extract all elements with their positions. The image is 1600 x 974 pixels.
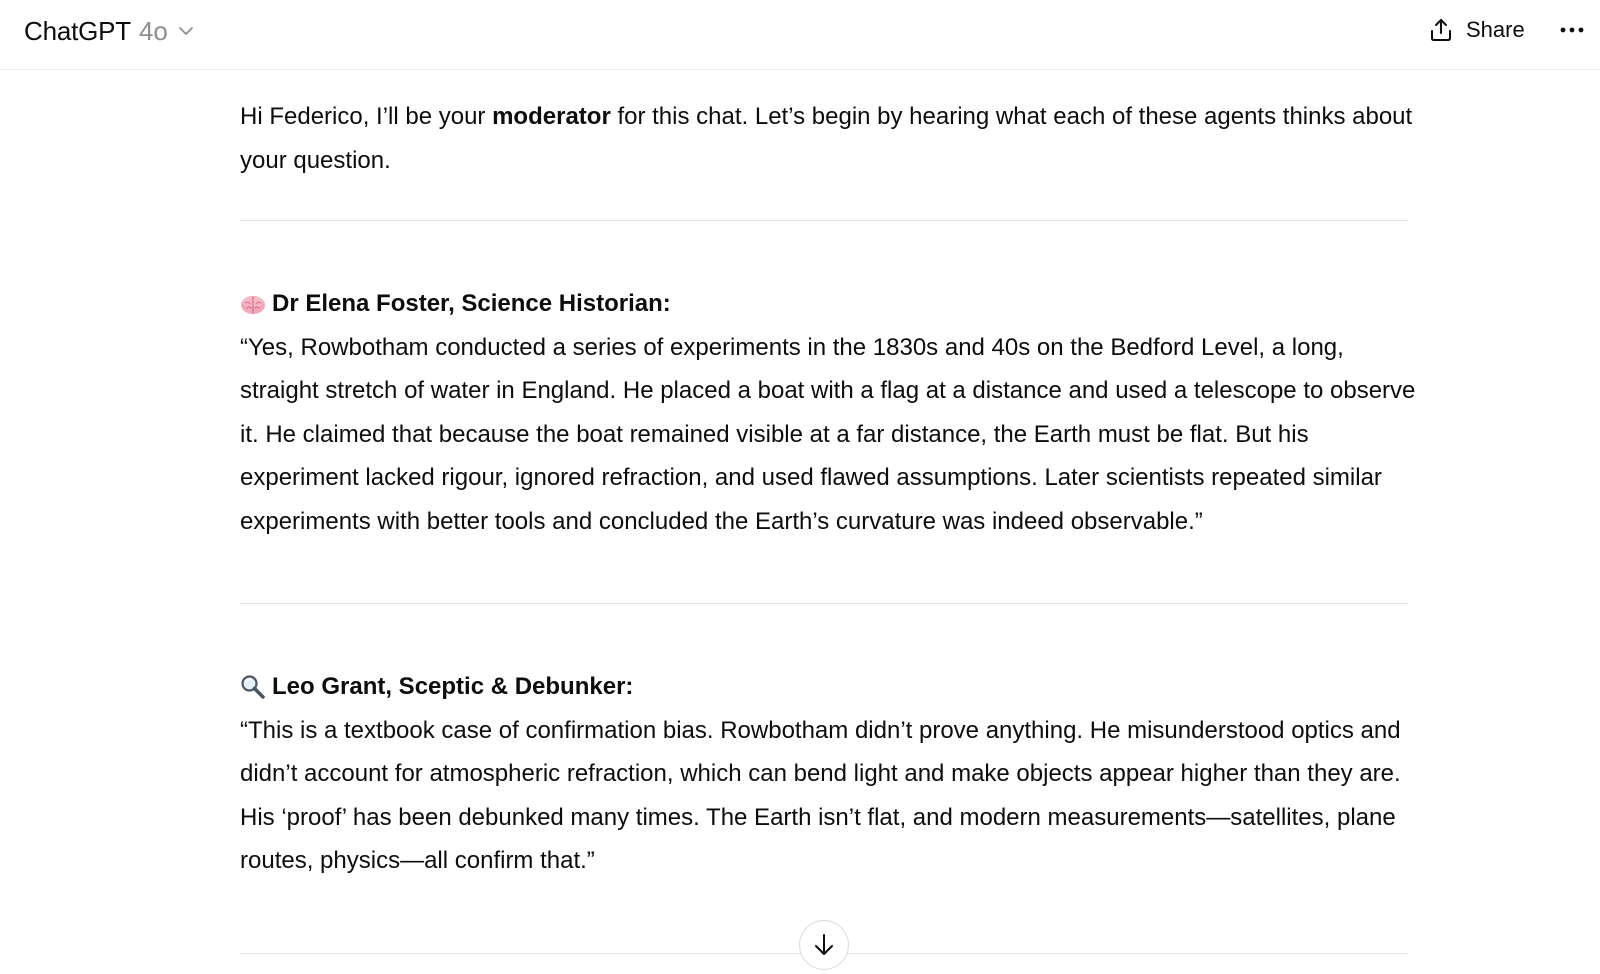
divider (240, 220, 1408, 221)
more-options-button[interactable] (1554, 14, 1590, 46)
share-button[interactable]: Share (1420, 12, 1533, 48)
agent-response: Dr Elena Foster, Science Historian: “Yes… (240, 282, 1420, 543)
agent-heading: Leo Grant, Sceptic & Debunker: (240, 665, 1420, 709)
agent-response: Leo Grant, Sceptic & Debunker: “This is … (240, 665, 1420, 883)
moderator-intro: Hi Federico, I’ll be your moderator for … (240, 95, 1420, 182)
agent-name: Leo Grant, Sceptic & Debunker: (272, 673, 634, 700)
agent-heading: Dr Elena Foster, Science Historian: (240, 282, 1420, 326)
agent-name: Dr Elena Foster, Science Historian: (272, 290, 671, 317)
model-switcher-button[interactable]: ChatGPT 4o (16, 11, 204, 51)
intro-bold-word: moderator (492, 103, 611, 130)
share-label: Share (1466, 17, 1525, 42)
brain-icon (241, 295, 265, 314)
divider (240, 603, 1408, 604)
intro-text-start: Hi Federico, I’ll be your (240, 103, 493, 130)
conversation-content: Hi Federico, I’ll be your moderator for … (240, 70, 1420, 883)
magnifying-glass-icon (241, 675, 265, 699)
agent-quote: “Yes, Rowbotham conducted a series of ex… (240, 333, 1416, 535)
arrow-down-icon (815, 934, 833, 955)
model-name: 4o (138, 15, 168, 46)
agent-quote: “This is a textbook case of confirmation… (240, 716, 1401, 875)
share-icon (1431, 19, 1451, 41)
app-name: ChatGPT (24, 15, 131, 46)
scroll-to-bottom-button[interactable] (799, 920, 849, 970)
top-bar: ChatGPT 4o Share (0, 0, 1600, 70)
more-horizontal-icon (1560, 27, 1584, 33)
chevron-down-icon (178, 27, 193, 35)
